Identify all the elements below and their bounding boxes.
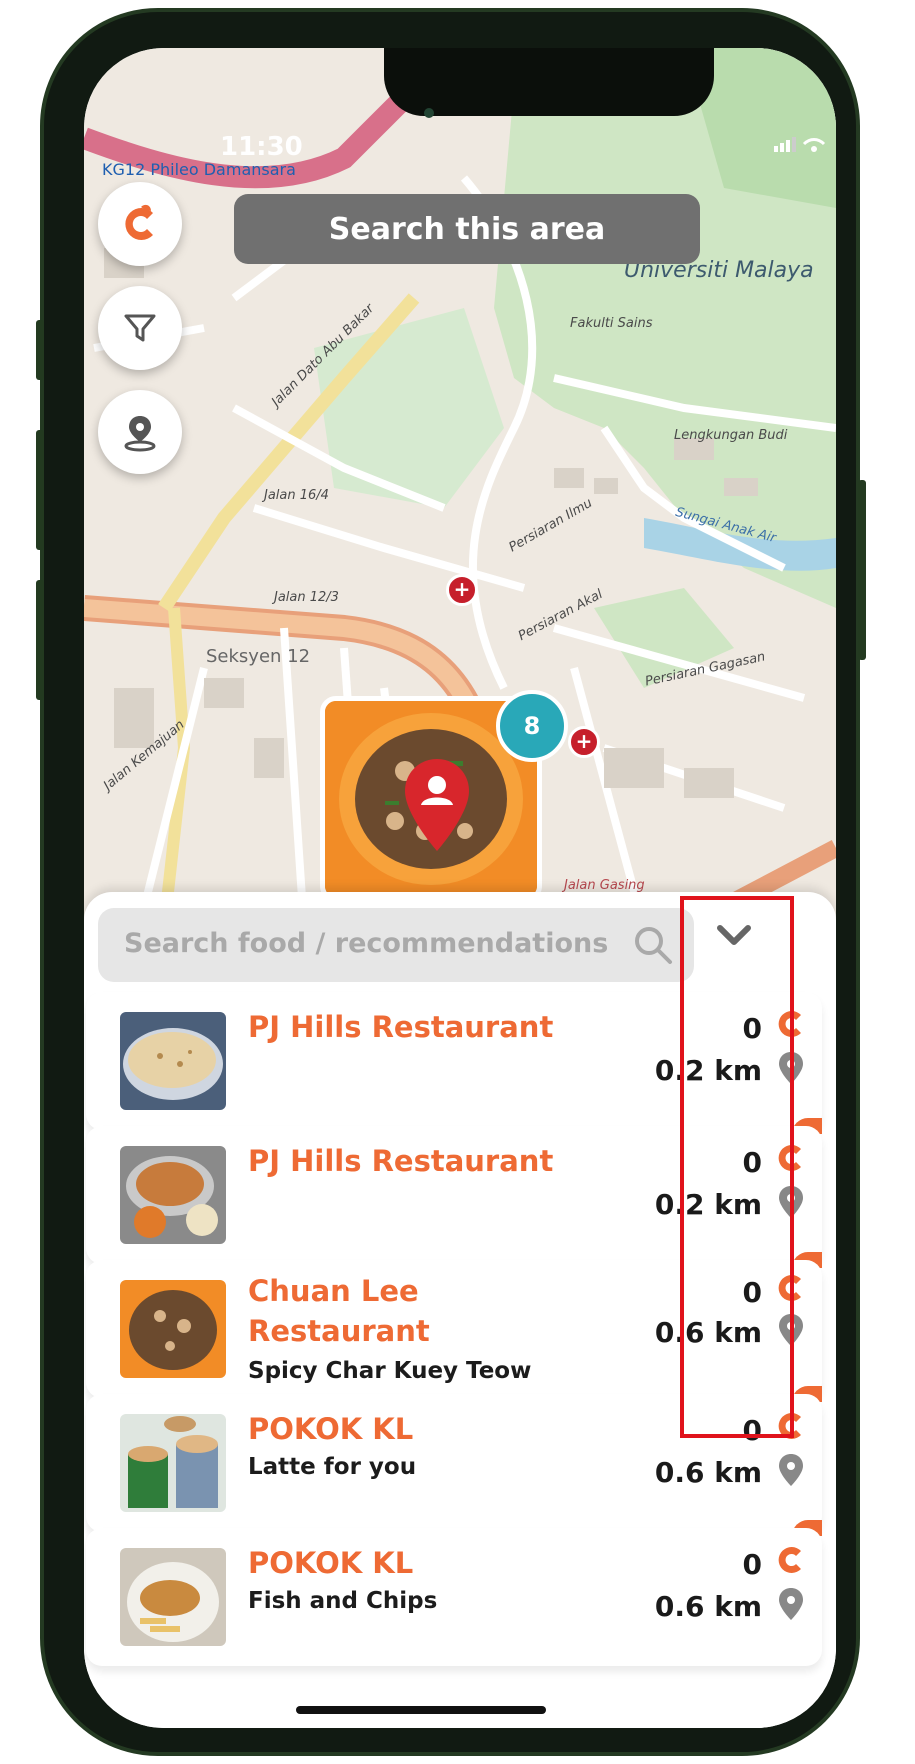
listing-dish: Latte for you: [248, 1454, 417, 1480]
listing-name: POKOK KL: [248, 1412, 414, 1446]
listing-thumbnail: [120, 1414, 226, 1512]
thali-photo: [120, 1146, 226, 1244]
search-placeholder: Search food / recommendations: [124, 928, 609, 959]
volume-up-button: [36, 430, 44, 550]
signal-wifi-battery-icon: [774, 137, 826, 152]
user-location-pin-icon: [405, 759, 469, 851]
listing-distance: 0.6 km: [654, 1590, 762, 1623]
listing-name-line2: Restaurant: [248, 1314, 430, 1348]
map-pin-icon: [779, 1454, 803, 1486]
char-kuey-teow-photo: [120, 1280, 226, 1378]
food-search-input[interactable]: Search food / recommendations: [98, 908, 694, 982]
map-view[interactable]: KG12 Phileo Damansara Universiti Malaya …: [84, 48, 836, 936]
road-label: Jalan Gasing: [564, 878, 645, 893]
silent-switch: [36, 320, 44, 380]
road-label: Jalan 16/4: [264, 488, 329, 503]
section-label: Seksyen 12: [206, 646, 311, 667]
listing-dish: Spicy Char Kuey Teow: [248, 1358, 532, 1384]
app-screen: KG12 Phileo Damansara Universiti Malaya …: [84, 48, 836, 1728]
device-notch: [384, 48, 714, 116]
listing-name: Chuan Lee: [248, 1274, 419, 1308]
restaurant-pin[interactable]: +: [446, 574, 478, 606]
recommendation-count: 0: [742, 1548, 762, 1581]
road-label: Jalan 12/3: [274, 590, 339, 605]
listing-name: PJ Hills Restaurant: [248, 1144, 554, 1178]
listing-thumbnail: [120, 1146, 226, 1244]
restaurant-pin[interactable]: +: [568, 726, 600, 758]
station-label: KG12 Phileo Damansara: [102, 160, 296, 179]
my-location-button[interactable]: [98, 390, 182, 474]
listing-thumbnail: [120, 1280, 226, 1378]
road-label: Lengkungan Budi: [674, 428, 788, 443]
listing-card[interactable]: POKOK KL Fish and Chips 0 0.6 km: [86, 1528, 822, 1666]
cluster-marker[interactable]: 8: [496, 690, 568, 762]
volume-down-button: [36, 580, 44, 700]
brand-logo-button[interactable]: [98, 182, 182, 266]
power-button: [858, 480, 866, 660]
search-icon[interactable]: [632, 924, 674, 966]
map-pin-icon: [779, 1588, 803, 1620]
home-indicator[interactable]: [296, 1706, 546, 1714]
search-this-area-button[interactable]: Search this area: [234, 194, 700, 264]
listing-name: PJ Hills Restaurant: [248, 1010, 554, 1044]
filter-button[interactable]: [98, 286, 182, 370]
listing-thumbnail: [120, 1548, 226, 1646]
faculty-label: Fakulti Sains: [570, 316, 653, 331]
listing-name: POKOK KL: [248, 1546, 414, 1580]
listing-distance: 0.6 km: [654, 1456, 762, 1489]
location-pin-icon: [124, 416, 156, 452]
naan-photo: [120, 1012, 226, 1110]
fish-and-chips-photo: [120, 1548, 226, 1646]
listing-thumbnail: [120, 1012, 226, 1110]
latte-photo: [120, 1414, 226, 1512]
front-camera: [424, 108, 434, 118]
listing-dish: Fish and Chips: [248, 1588, 438, 1614]
status-time: 11:30: [220, 132, 303, 162]
highlight-box: [680, 896, 794, 1438]
brand-c-icon: [778, 1547, 801, 1573]
filter-funnel-icon: [124, 314, 156, 342]
brand-c-icon: [125, 204, 153, 240]
status-icons: [774, 134, 834, 159]
